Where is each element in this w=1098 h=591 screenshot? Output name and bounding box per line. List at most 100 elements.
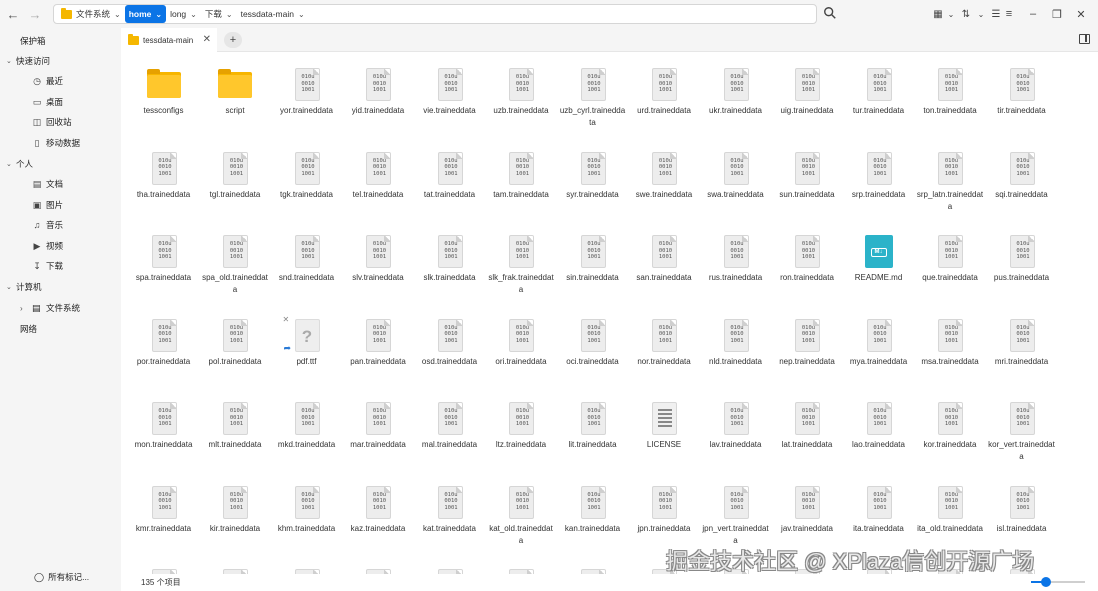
- file-item[interactable]: 010u 0010 1001 sun.traineddata: [772, 151, 843, 201]
- file-item[interactable]: 010u 0010 1001 vie.traineddata: [414, 68, 485, 117]
- chevron-right-icon[interactable]: ›: [20, 304, 32, 313]
- file-item[interactable]: 010u 0010 1001 lao.traineddata: [843, 402, 914, 451]
- file-item[interactable]: tessconfigs: [128, 68, 199, 117]
- file-item[interactable]: ? ✕ ➦ pdf.ttf: [271, 315, 342, 368]
- file-item[interactable]: 010u 0010 1001 mon.traineddata: [128, 402, 199, 451]
- menu-icon[interactable]: ≡: [997, 5, 1021, 23]
- sidebar-group-personal[interactable]: ⌄ 个人: [6, 158, 33, 170]
- file-item[interactable]: 010u 0010 1001 srp.traineddata: [843, 151, 914, 201]
- sidebar-item-downloads[interactable]: ↧ 下载: [32, 260, 63, 272]
- file-item[interactable]: 010u 0010 1001 kat.traineddata: [414, 485, 485, 535]
- file-item[interactable]: 010u 0010 1001 por.traineddata: [128, 318, 199, 368]
- file-item[interactable]: 010u 0010 1001 kan.traineddata: [557, 485, 628, 535]
- file-item[interactable]: 010u 0010 1001 ita_old.traineddata: [915, 485, 986, 535]
- breadcrumb-tessdata-main[interactable]: tessdata-main ⌄: [237, 5, 309, 23]
- file-item[interactable]: 010u 0010 1001 mri.traineddata: [986, 318, 1057, 368]
- file-item[interactable]: 010u 0010 1001 jpn_vert.traineddata: [700, 485, 771, 547]
- file-item[interactable]: 010u 0010 1001 slk_frak.traineddata: [486, 235, 557, 296]
- file-item[interactable]: 010u 0010 1001 ron.traineddata: [772, 235, 843, 284]
- chevron-down-icon[interactable]: ⌄: [298, 10, 305, 19]
- chevron-down-icon[interactable]: ⌄: [226, 10, 233, 19]
- file-item[interactable]: 010u 0010 1001 mar.traineddata: [343, 402, 414, 451]
- chevron-down-icon[interactable]: ⌄: [6, 160, 16, 168]
- chevron-down-icon[interactable]: ⌄: [114, 10, 121, 19]
- file-item[interactable]: 010u 0010 1001 lat.traineddata: [772, 402, 843, 451]
- minimize-icon[interactable]: –: [1021, 5, 1045, 23]
- add-tab-button[interactable]: +: [224, 32, 242, 48]
- file-item[interactable]: 010u 0010 1001 slv.traineddata: [343, 235, 414, 284]
- maximize-icon[interactable]: ❐: [1045, 5, 1069, 23]
- file-item[interactable]: 010u 0010 1001 ltz.traineddata: [486, 402, 557, 451]
- sidebar-item-videos[interactable]: ▶ 视频: [32, 240, 63, 252]
- file-item[interactable]: 010u 0010 1001 ori.traineddata: [486, 318, 557, 368]
- chevron-down-icon[interactable]: ⌄: [6, 283, 16, 291]
- breadcrumb-long[interactable]: long ⌄: [166, 5, 201, 23]
- chevron-down-icon[interactable]: ⌄: [190, 10, 197, 19]
- file-item[interactable]: 010u 0010 1001 mlt.traineddata: [200, 402, 271, 451]
- file-item[interactable]: 010u 0010 1001 yor.traineddata: [271, 68, 342, 117]
- file-item[interactable]: 010u 0010 1001 kir.traineddata: [200, 485, 271, 535]
- sidebar-item-mobile-data[interactable]: ▯ 移动数据: [32, 137, 81, 149]
- file-item[interactable]: 010u 0010 1001 ton.traineddata: [915, 68, 986, 117]
- file-item[interactable]: 010u 0010 1001 srp_latn.traineddata: [915, 151, 986, 213]
- file-item[interactable]: 010u 0010 1001 uzb.traineddata: [486, 68, 557, 117]
- sort-icon[interactable]: ⇅: [957, 5, 975, 23]
- file-item[interactable]: 010u 0010 1001 tha.traineddata: [128, 151, 199, 201]
- file-item[interactable]: 010u 0010 1001 mal.traineddata: [414, 402, 485, 451]
- file-item[interactable]: 010u 0010 1001 kmr.traineddata: [128, 485, 199, 535]
- zoom-slider-handle[interactable]: [1040, 577, 1051, 587]
- close-icon[interactable]: ✕: [1069, 5, 1093, 23]
- file-item[interactable]: 010u 0010 1001 nor.traineddata: [629, 318, 700, 368]
- chevron-down-icon[interactable]: ⌄: [945, 5, 957, 23]
- file-item[interactable]: 010u 0010 1001 kat_old.traineddata: [486, 485, 557, 547]
- file-item[interactable]: 010u 0010 1001 kor.traineddata: [915, 402, 986, 451]
- file-item[interactable]: 010u 0010 1001 osd.traineddata: [414, 318, 485, 368]
- file-item[interactable]: M↓ README.md: [843, 235, 914, 284]
- file-item[interactable]: 010u 0010 1001 uzb_cyrl.traineddata: [557, 68, 628, 129]
- zoom-slider[interactable]: [1031, 577, 1085, 587]
- sidebar-item-filesystem[interactable]: › ▤ 文件系统: [20, 302, 80, 314]
- chevron-down-icon[interactable]: ⌄: [975, 5, 987, 23]
- close-icon[interactable]: ✕: [203, 34, 211, 45]
- file-item[interactable]: 010u 0010 1001 nld.traineddata: [700, 318, 771, 368]
- file-item[interactable]: 010u 0010 1001 pus.traineddata: [986, 235, 1057, 284]
- file-item[interactable]: 010u 0010 1001 tam.traineddata: [486, 151, 557, 201]
- file-item[interactable]: 010u 0010 1001 san.traineddata: [629, 235, 700, 284]
- sidebar-item-documents[interactable]: ▤ 文档: [32, 178, 63, 190]
- back-arrow-icon[interactable]: ←: [3, 4, 23, 24]
- file-item[interactable]: 010u 0010 1001 khm.traineddata: [271, 485, 342, 535]
- file-item[interactable]: 010u 0010 1001 kaz.traineddata: [343, 485, 414, 535]
- search-icon[interactable]: [823, 6, 839, 22]
- sidebar-item-music[interactable]: ♫ 音乐: [32, 219, 63, 231]
- file-item[interactable]: 010u 0010 1001 tgl.traineddata: [200, 151, 271, 201]
- file-item[interactable]: 010u 0010 1001 slk.traineddata: [414, 235, 485, 284]
- all-tags-item[interactable]: ◯ 所有标记...: [34, 571, 89, 583]
- file-item[interactable]: 010u 0010 1001 mya.traineddata: [843, 318, 914, 368]
- file-item[interactable]: LICENSE: [629, 402, 700, 451]
- address-bar[interactable]: 文件系统 ⌄ home ⌄ long ⌄ 下载 ⌄ tessdata-main …: [53, 4, 817, 24]
- file-item[interactable]: 010u 0010 1001 lav.traineddata: [700, 402, 771, 451]
- sidebar-vault[interactable]: 保护箱: [20, 35, 46, 47]
- file-item[interactable]: 010u 0010 1001 pan.traineddata: [343, 318, 414, 368]
- detail-panel-icon[interactable]: [1079, 34, 1090, 44]
- sidebar-item-desktop[interactable]: ▭ 桌面: [32, 96, 63, 108]
- file-item[interactable]: 010u 0010 1001 yid.traineddata: [343, 68, 414, 117]
- forward-arrow-icon[interactable]: →: [25, 4, 45, 24]
- file-item[interactable]: 010u 0010 1001 tel.traineddata: [343, 151, 414, 201]
- file-item[interactable]: 010u 0010 1001 nep.traineddata: [772, 318, 843, 368]
- file-item[interactable]: 010u 0010 1001 swa.traineddata: [700, 151, 771, 201]
- chevron-down-icon[interactable]: ⌄: [6, 57, 16, 65]
- sidebar-network[interactable]: 网络: [20, 323, 37, 335]
- chevron-down-icon[interactable]: ⌄: [155, 10, 162, 19]
- file-item[interactable]: 010u 0010 1001 syr.traineddata: [557, 151, 628, 201]
- sidebar-group-quick-access[interactable]: ⌄ 快速访问: [6, 55, 50, 67]
- grid-view-icon[interactable]: ▦: [931, 5, 945, 23]
- file-item[interactable]: 010u 0010 1001 pol.traineddata: [200, 318, 271, 368]
- file-item[interactable]: 010u 0010 1001 jav.traineddata: [772, 485, 843, 535]
- breadcrumb-downloads[interactable]: 下载 ⌄: [201, 5, 237, 23]
- file-item[interactable]: 010u 0010 1001 jpn.traineddata: [629, 485, 700, 535]
- file-item[interactable]: 010u 0010 1001 swe.traineddata: [629, 151, 700, 201]
- sidebar-group-computer[interactable]: ⌄ 计算机: [6, 281, 42, 293]
- file-item[interactable]: 010u 0010 1001 isl.traineddata: [986, 485, 1057, 535]
- file-item[interactable]: 010u 0010 1001 que.traineddata: [915, 235, 986, 284]
